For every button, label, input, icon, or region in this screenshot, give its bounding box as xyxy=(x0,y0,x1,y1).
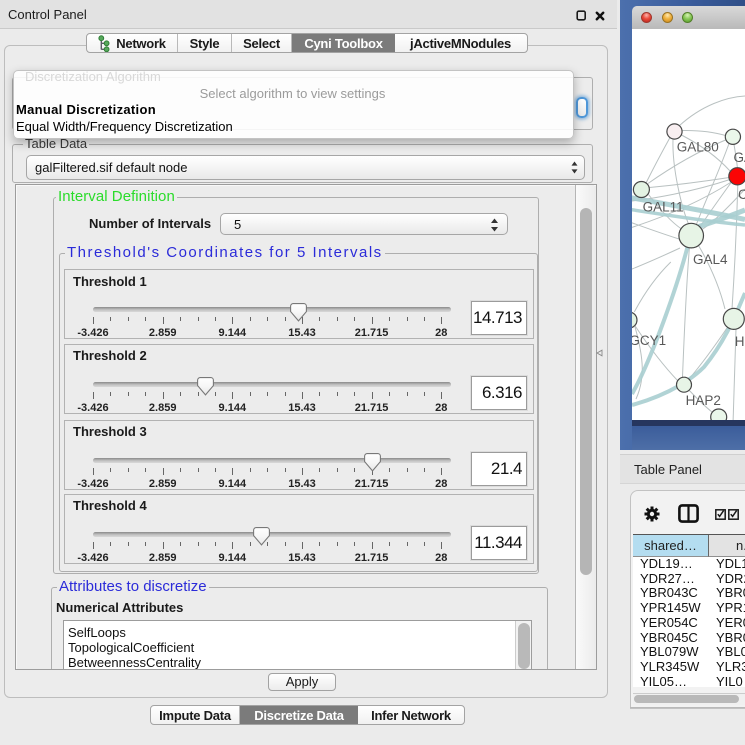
svg-text:GAL11: GAL11 xyxy=(643,200,684,215)
svg-text:HAP2: HAP2 xyxy=(686,393,721,408)
svg-text:GAL80: GAL80 xyxy=(677,140,719,155)
svg-text:C: C xyxy=(738,187,745,202)
svg-text:H: H xyxy=(735,334,745,349)
svg-text:GA: GA xyxy=(734,150,745,165)
svg-text:GAL4: GAL4 xyxy=(693,252,728,267)
svg-text:GCY1: GCY1 xyxy=(632,333,666,348)
